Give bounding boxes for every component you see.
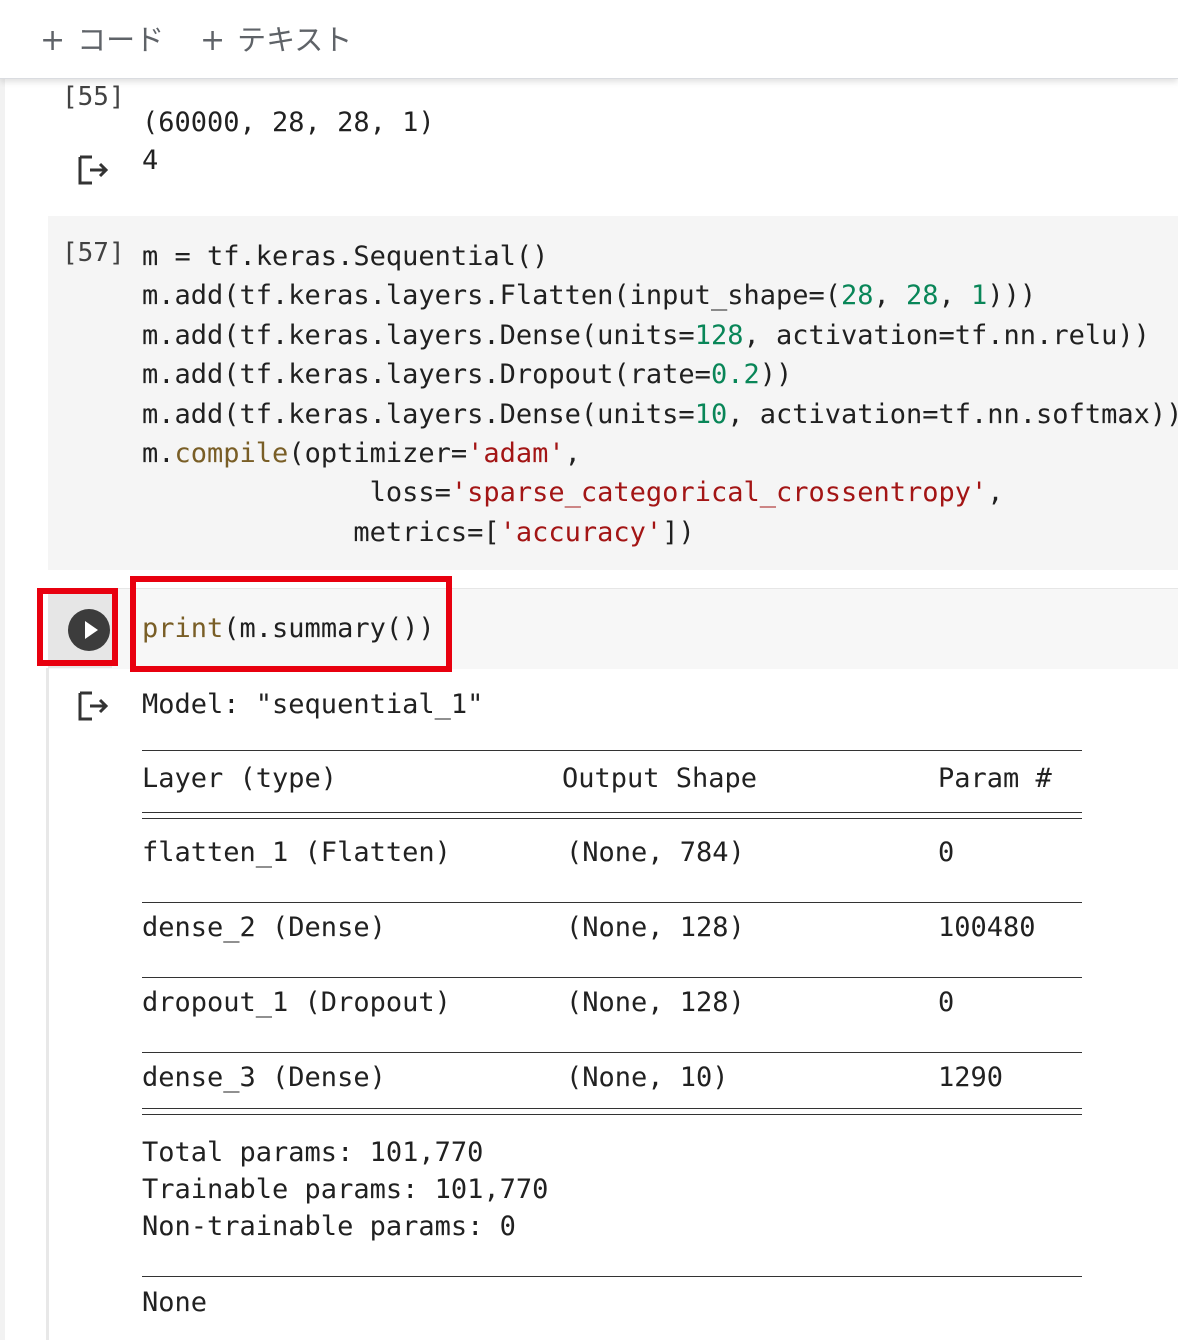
code-token: 10 [694,398,728,430]
non-trainable-params: Non-trainable params: 0 [142,1211,516,1242]
plus-icon: + [40,23,66,58]
code-token: m.add(tf.keras.layers.Dense(units= [142,319,695,351]
code-token: compile [174,438,289,470]
code-token: m. [142,438,175,470]
code-token: 28 [906,280,939,312]
header-output-shape: Output Shape [562,763,758,794]
code-token: , [987,477,1004,509]
code-token: , activation=tf.nn.relu)) [743,319,1150,351]
code-token: 1 [971,280,988,312]
table-cell-layer: dense_3 (Dense) [142,1062,386,1093]
code-line: metrics=['accuracy']) [142,513,1178,552]
header-layer: Layer (type) [142,763,338,794]
code-token: ))) [987,280,1037,312]
code-token: 28 [840,280,874,312]
table-cell-shape: (None, 784) [566,837,745,868]
code-token: 'accuracy' [499,516,663,548]
table-rule [142,977,1082,978]
code-token: m.add(tf.keras.layers.Dense(units= [142,398,695,430]
code-token: ]) [662,516,695,548]
table-rule [142,1276,1082,1277]
table-cell-shape: (None, 128) [566,987,745,1018]
highlight-box-run [37,588,118,666]
table-cell-shape: (None, 128) [566,912,745,943]
code-token: )) [759,359,793,391]
code-token: m.add(tf.keras.layers.Dropout(rate= [142,359,711,391]
add-code-button[interactable]: + コード [40,20,164,60]
code-token: 0.2 [710,359,760,391]
code-token: , [564,438,581,470]
code-line: m = tf.keras.Sequential() [142,237,1178,276]
execution-count: [55] [62,82,125,112]
code-line: m.add(tf.keras.layers.Flatten(input_shap… [142,276,1178,315]
cell-output-line: 4 [142,145,159,176]
code-line: m.add(tf.keras.layers.Dense(units=128, a… [142,316,1178,355]
add-text-label: テキスト [237,23,353,57]
add-text-button[interactable]: + テキスト [200,20,352,60]
code-token: metrics=[ [142,516,500,548]
table-rule [142,1052,1082,1053]
notebook-left-edge [0,78,5,1340]
table-double-rule [142,1108,1082,1115]
code-line: m.compile(optimizer='adam', [142,434,1178,473]
table-rule [142,902,1082,903]
table-cell-params: 1290 [938,1062,1004,1093]
table-cell-layer: dense_2 (Dense) [142,912,386,943]
highlight-box-code [130,576,452,672]
code-token: m.add(tf.keras.layers.Flatten(input_shap… [142,280,841,312]
table-cell-shape: (None, 10) [566,1062,729,1093]
table-cell-params: 0 [938,837,955,868]
code-editor[interactable]: m = tf.keras.Sequential() m.add(tf.keras.… [142,237,1178,552]
table-double-rule [142,812,1082,819]
return-value: None [142,1287,208,1318]
code-token: (optimizer= [288,438,468,470]
code-line: loss='sparse_categorical_crossentropy', [142,473,1178,512]
code-token: 'adam' [467,438,565,470]
cell-output-line: (60000, 28, 28, 1) [142,107,435,138]
total-params: Total params: 101,770 [142,1137,484,1168]
code-line: m.add(tf.keras.layers.Dropout(rate=0.2)) [142,355,1178,394]
notebook-toolbar: + コード + テキスト [0,0,1178,79]
code-token: 128 [694,319,744,351]
code-token: 'sparse_categorical_crossentropy' [450,477,988,509]
table-cell-params: 0 [938,987,955,1018]
code-token: , activation=tf.nn.softmax)) [727,398,1178,430]
table-cell-layer: flatten_1 (Flatten) [142,837,451,868]
code-token: , [873,280,907,312]
output-arrow-icon[interactable] [76,690,110,724]
code-token: , [938,280,972,312]
add-code-label: コード [77,23,165,57]
plus-icon: + [200,23,226,58]
table-cell-params: 100480 [938,912,1036,943]
model-name-line: Model: "sequential_1" [142,689,484,720]
code-line: m.add(tf.keras.layers.Dense(units=10, ac… [142,395,1178,434]
output-arrow-icon[interactable] [76,154,110,188]
header-param: Param # [938,763,1052,794]
table-rule [142,750,1082,751]
cell-output-border [46,668,49,1340]
table-cell-layer: dropout_1 (Dropout) [142,987,451,1018]
trainable-params: Trainable params: 101,770 [142,1174,549,1205]
execution-count: [57] [62,238,125,268]
code-token: m = tf.keras.Sequential() [142,241,549,272]
code-token: loss= [142,477,451,509]
